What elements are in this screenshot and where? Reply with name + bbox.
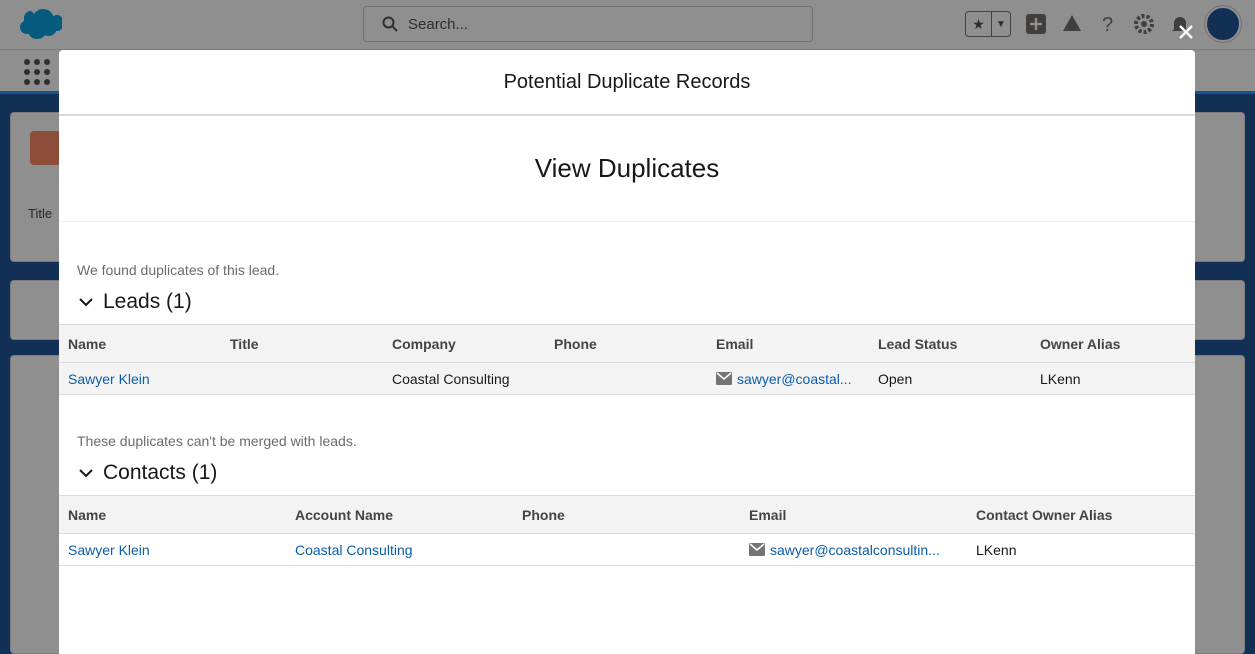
lead-company-cell: Coastal Consulting xyxy=(383,362,545,395)
lead-email-link[interactable]: sawyer@coastal... xyxy=(737,371,852,387)
chevron-down-icon xyxy=(79,469,93,478)
chevron-down-icon xyxy=(79,298,93,307)
table-row: Sawyer Klein Coastal Consulting sawyer@c… xyxy=(59,362,1195,395)
contacts-heading: Contacts (1) xyxy=(103,461,218,484)
contact-email-link[interactable]: sawyer@coastalconsultin... xyxy=(770,542,940,558)
email-icon xyxy=(716,372,732,385)
modal-header: Potential Duplicate Records xyxy=(59,50,1195,116)
leads-heading: Leads (1) xyxy=(103,290,192,313)
column-header[interactable]: Lead Status xyxy=(869,324,1031,363)
column-header[interactable]: Contact Owner Alias xyxy=(967,495,1195,534)
leads-section-toggle[interactable]: Leads (1) xyxy=(77,290,1195,314)
view-duplicates-title: View Duplicates xyxy=(534,153,720,183)
column-header[interactable]: Title xyxy=(221,324,383,363)
contact-phone-cell xyxy=(513,533,740,566)
column-header[interactable]: Email xyxy=(740,495,967,534)
lead-status-cell: Open xyxy=(869,362,1031,395)
contact-email-cell: sawyer@coastalconsultin... xyxy=(740,533,967,566)
contact-name-link[interactable]: Sawyer Klein xyxy=(68,542,150,558)
email-icon xyxy=(749,543,765,556)
contact-owner-cell: LKenn xyxy=(967,533,1195,566)
leads-note: We found duplicates of this lead. xyxy=(77,262,280,278)
contacts-table: Name Account Name Phone Email Contact Ow… xyxy=(59,495,1195,566)
table-row: Sawyer Klein Coastal Consulting sawyer@c… xyxy=(59,533,1195,566)
duplicate-records-modal: Potential Duplicate Records View Duplica… xyxy=(59,50,1195,654)
lead-email-cell: sawyer@coastal... xyxy=(707,362,869,395)
contacts-section-toggle[interactable]: Contacts (1) xyxy=(77,461,1195,485)
column-header[interactable]: Name xyxy=(59,495,286,534)
view-duplicates-header: View Duplicates xyxy=(59,116,1195,222)
column-header[interactable]: Phone xyxy=(513,495,740,534)
column-header[interactable]: Account Name xyxy=(286,495,513,534)
close-button[interactable] xyxy=(1173,19,1199,45)
lead-name-link[interactable]: Sawyer Klein xyxy=(68,371,150,387)
modal-title: Potential Duplicate Records xyxy=(503,70,751,93)
column-header[interactable]: Phone xyxy=(545,324,707,363)
leads-header-row: Name Title Company Phone Email Lead Stat… xyxy=(59,324,1195,363)
lead-phone-cell xyxy=(545,362,707,395)
column-header[interactable]: Email xyxy=(707,324,869,363)
leads-table: Name Title Company Phone Email Lead Stat… xyxy=(59,324,1195,395)
column-header[interactable]: Company xyxy=(383,324,545,363)
column-header[interactable]: Name xyxy=(59,324,221,363)
contacts-header-row: Name Account Name Phone Email Contact Ow… xyxy=(59,495,1195,534)
lead-title-cell xyxy=(221,362,383,395)
contact-name-cell: Sawyer Klein xyxy=(59,533,286,566)
lead-name-cell: Sawyer Klein xyxy=(59,362,221,395)
lead-owner-cell: LKenn xyxy=(1031,362,1195,395)
column-header[interactable]: Owner Alias xyxy=(1031,324,1195,363)
contact-account-cell: Coastal Consulting xyxy=(286,533,513,566)
contact-account-link[interactable]: Coastal Consulting xyxy=(295,542,413,558)
close-icon xyxy=(1179,25,1193,39)
contacts-note: These duplicates can't be merged with le… xyxy=(77,433,357,449)
